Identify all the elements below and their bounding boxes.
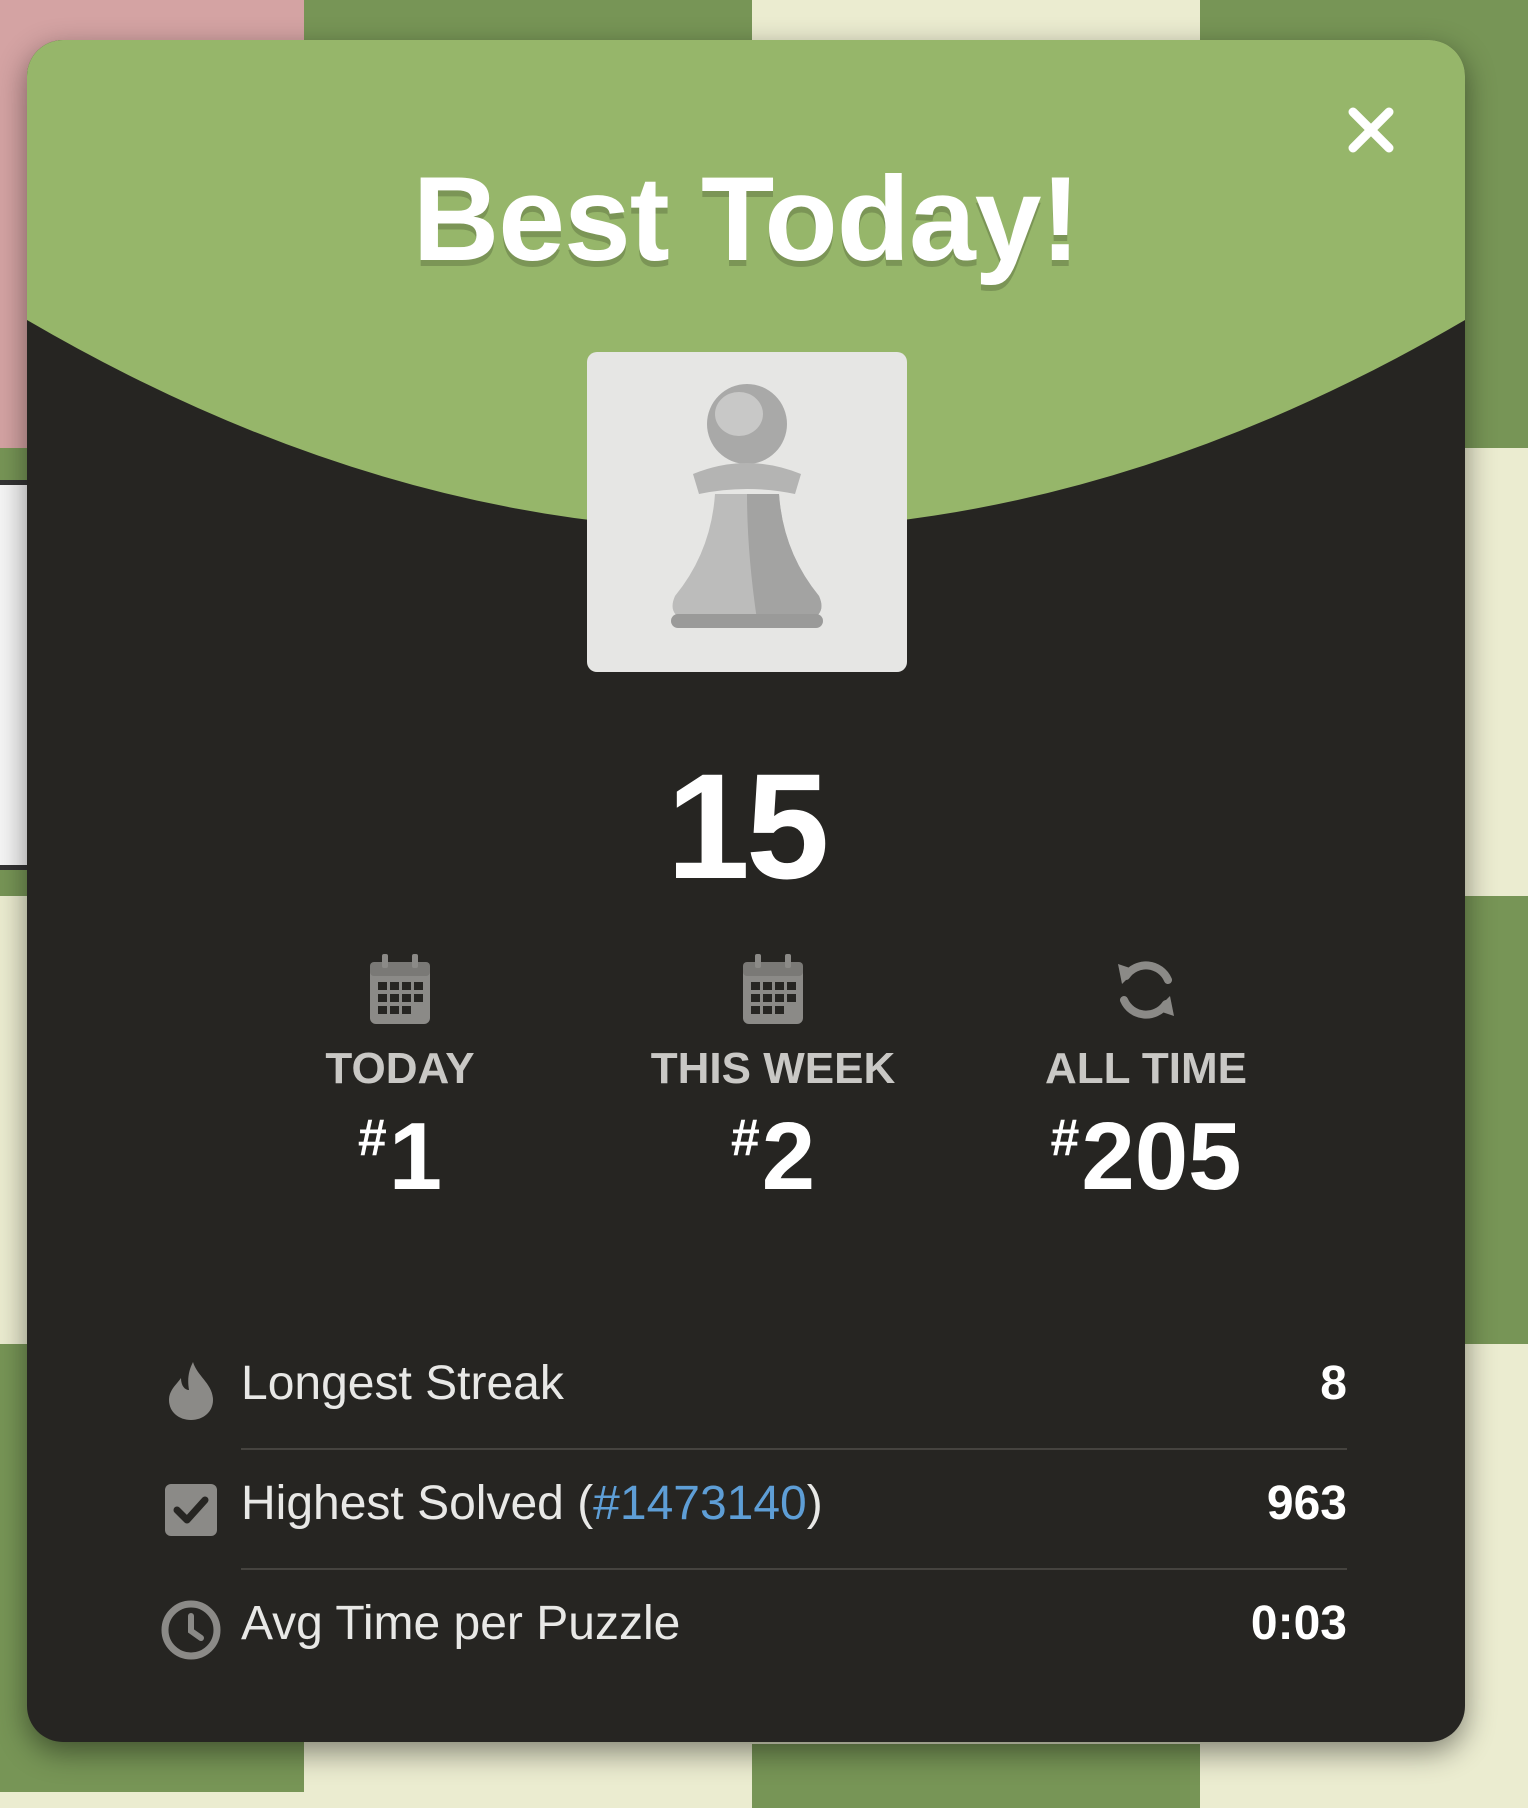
board-square [752,1744,1200,1808]
checkbox-icon [165,1484,217,1536]
puzzle-link[interactable]: #1473140 [593,1477,807,1530]
row-label: Highest Solved (#1473140) [241,1477,823,1530]
stat-this-week: THIS WEEK #2 [593,950,953,1212]
row-value: 0:03 [1250,1597,1347,1650]
row-avg-time: Avg Time per Puzzle 0:03 [157,1570,1347,1690]
puzzle-results-modal: Best Today! 15 TODAY #1 THIS WEEK #2 ALL… [27,40,1465,1742]
board-square [304,1744,752,1808]
calendar-icon [370,954,430,1024]
row-longest-streak: Longest Streak 8 [157,1330,1347,1450]
pawn-icon [671,384,823,628]
stat-label: TODAY [325,1044,475,1093]
modal-title: Best Today! [412,152,1081,286]
rank-stats: TODAY #1 THIS WEEK #2 ALL TIME #205 [27,950,1465,1210]
stat-label: ALL TIME [1044,1044,1248,1093]
clock-icon [161,1600,221,1660]
row-highest-solved: Highest Solved (#1473140) 963 [157,1450,1347,1570]
stat-rank: #205 [1050,1103,1242,1210]
puzzle-stats-list: Longest Streak 8 Highest Solved (#147314… [157,1330,1347,1690]
stat-today: TODAY #1 [220,950,580,1212]
refresh-icon [1118,961,1174,1019]
board-square [1200,1744,1528,1808]
flame-icon [169,1362,213,1420]
calendar-icon [743,954,803,1024]
row-label: Avg Time per Puzzle [241,1597,681,1650]
stat-label: THIS WEEK [650,1044,896,1093]
stat-rank: #1 [357,1103,443,1210]
row-label: Longest Streak [241,1357,564,1410]
stat-rank: #2 [730,1103,816,1210]
stat-all-time: ALL TIME #205 [966,950,1326,1212]
row-value: 963 [1266,1477,1347,1530]
score-value: 15 [666,742,830,910]
avatar [587,352,907,672]
row-value: 8 [1320,1357,1347,1410]
